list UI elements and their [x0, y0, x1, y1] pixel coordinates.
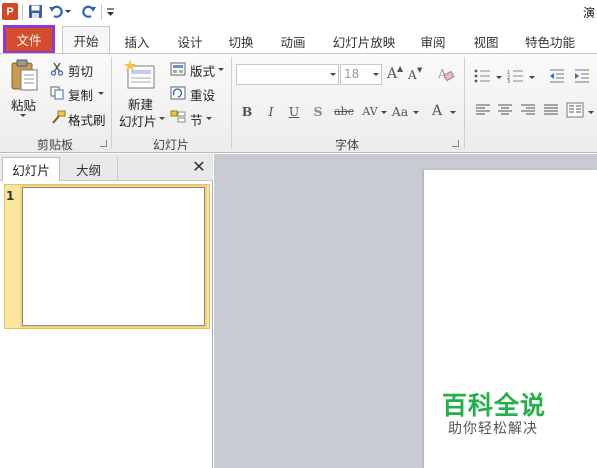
grow-font-button[interactable]: A: [387, 66, 397, 82]
new-slide-button[interactable]: 幻灯片: [119, 111, 157, 130]
tab-outline[interactable]: 大纲: [60, 157, 118, 181]
tab-transitions[interactable]: 切换: [222, 28, 260, 54]
character-spacing-button[interactable]: AV: [359, 102, 381, 120]
clipboard-group-label: 剪贴板: [36, 138, 73, 152]
slides-outline-pane: 幻灯片 大纲 ✕ 1: [0, 154, 213, 468]
font-color-button[interactable]: A: [430, 102, 444, 120]
reset-icon[interactable]: [170, 86, 186, 100]
redo-icon[interactable]: [81, 3, 97, 20]
columns-dropdown-icon[interactable]: [588, 111, 594, 114]
align-right-icon[interactable]: [520, 103, 536, 117]
format-painter-button[interactable]: 格式刷: [68, 110, 106, 129]
undo-dropdown-icon[interactable]: [64, 3, 72, 20]
text-shadow-button[interactable]: S: [311, 102, 325, 120]
save-icon[interactable]: [27, 3, 43, 20]
powerpoint-logo-icon[interactable]: P: [2, 3, 18, 20]
section-icon[interactable]: [170, 110, 186, 124]
paste-dropdown-icon[interactable]: [20, 114, 26, 117]
section-dropdown-icon[interactable]: [206, 117, 212, 120]
copy-dropdown-icon[interactable]: [98, 92, 104, 95]
spacing-dropdown-icon[interactable]: [381, 111, 387, 114]
window-title: 演: [582, 6, 595, 20]
new-slide-icon[interactable]: [124, 60, 156, 90]
tab-special-features[interactable]: 特色功能: [519, 28, 581, 54]
new-slide-dropdown-icon[interactable]: [159, 117, 165, 120]
tab-design[interactable]: 设计: [171, 28, 209, 54]
bullets-dropdown-icon[interactable]: [496, 76, 502, 79]
underline-button[interactable]: U: [287, 102, 301, 120]
bullets-icon[interactable]: [474, 69, 494, 83]
font-group-label: 字体: [334, 138, 359, 152]
font-size-dropdown-icon[interactable]: [373, 73, 379, 76]
justify-icon[interactable]: [543, 103, 559, 117]
layout-dropdown-icon[interactable]: [218, 68, 224, 71]
ribbon-tab-bar: 文件 开始 插入 设计 切换 动画 幻灯片放映 审阅 视图 特色功能: [0, 24, 597, 54]
align-center-icon[interactable]: [497, 103, 513, 117]
layout-button[interactable]: 版式: [190, 61, 215, 80]
customize-quick-access-icon[interactable]: [104, 3, 116, 20]
title-bar: P 演: [0, 0, 597, 24]
bold-button[interactable]: B: [240, 102, 254, 120]
font-size-value: 18: [344, 67, 360, 81]
grow-font-arrow-icon: ▲: [397, 64, 404, 73]
cut-button[interactable]: 剪切: [68, 61, 93, 80]
shrink-font-arrow-icon: ▼: [417, 66, 423, 74]
strikethrough-button[interactable]: abc: [333, 102, 355, 120]
numbering-dropdown-icon[interactable]: [529, 76, 535, 79]
columns-icon[interactable]: [566, 102, 584, 118]
toolbar-divider: [22, 4, 23, 20]
watermark-title: 百科全说: [442, 391, 547, 420]
svg-text:3: 3: [507, 79, 510, 83]
undo-icon[interactable]: [48, 3, 64, 20]
layout-icon[interactable]: [170, 62, 186, 76]
copy-icon[interactable]: [50, 86, 64, 100]
tab-animations[interactable]: 动画: [274, 28, 312, 54]
watermark-subtitle: 助你轻松解决: [448, 421, 538, 437]
increase-indent-icon[interactable]: [574, 69, 590, 83]
case-dropdown-icon[interactable]: [413, 111, 419, 114]
slide-number: 1: [6, 189, 15, 203]
tab-file[interactable]: 文件: [3, 25, 55, 54]
tab-view[interactable]: 视图: [467, 28, 505, 54]
tab-slideshow[interactable]: 幻灯片放映: [328, 28, 400, 54]
paste-button[interactable]: 粘贴: [11, 95, 36, 114]
italic-button[interactable]: I: [264, 102, 278, 120]
numbering-icon[interactable]: 123: [507, 69, 527, 85]
format-painter-icon[interactable]: [50, 110, 66, 124]
tab-insert[interactable]: 插入: [118, 28, 156, 54]
reset-button[interactable]: 重设: [190, 85, 215, 104]
font-launcher-icon[interactable]: [452, 140, 459, 147]
change-case-button[interactable]: Aa: [389, 102, 411, 120]
tab-review[interactable]: 审阅: [414, 28, 452, 54]
paste-icon[interactable]: [10, 58, 40, 92]
slides-group-label: 幻灯片: [152, 138, 189, 152]
copy-button[interactable]: 复制: [68, 85, 93, 104]
decrease-indent-icon[interactable]: [549, 69, 565, 83]
section-button[interactable]: 节: [190, 110, 203, 129]
toolbar-divider: [101, 4, 102, 20]
clear-formatting-icon[interactable]: A: [437, 66, 455, 82]
shrink-font-button[interactable]: A: [408, 68, 417, 82]
slide-thumbnail[interactable]: [22, 187, 205, 326]
ribbon-group-divider: [464, 57, 465, 149]
tab-slides[interactable]: 幻灯片: [2, 157, 60, 181]
font-name-select[interactable]: [236, 64, 339, 85]
font-color-dropdown-icon[interactable]: [450, 111, 456, 114]
pane-tab-bar: 幻灯片 大纲 ✕: [0, 154, 213, 181]
font-name-dropdown-icon[interactable]: [330, 73, 336, 76]
close-icon[interactable]: ✕: [191, 159, 207, 175]
align-left-icon[interactable]: [475, 103, 491, 117]
tab-home[interactable]: 开始: [62, 26, 110, 54]
clipboard-launcher-icon[interactable]: [100, 140, 107, 147]
cut-icon[interactable]: [50, 62, 64, 76]
